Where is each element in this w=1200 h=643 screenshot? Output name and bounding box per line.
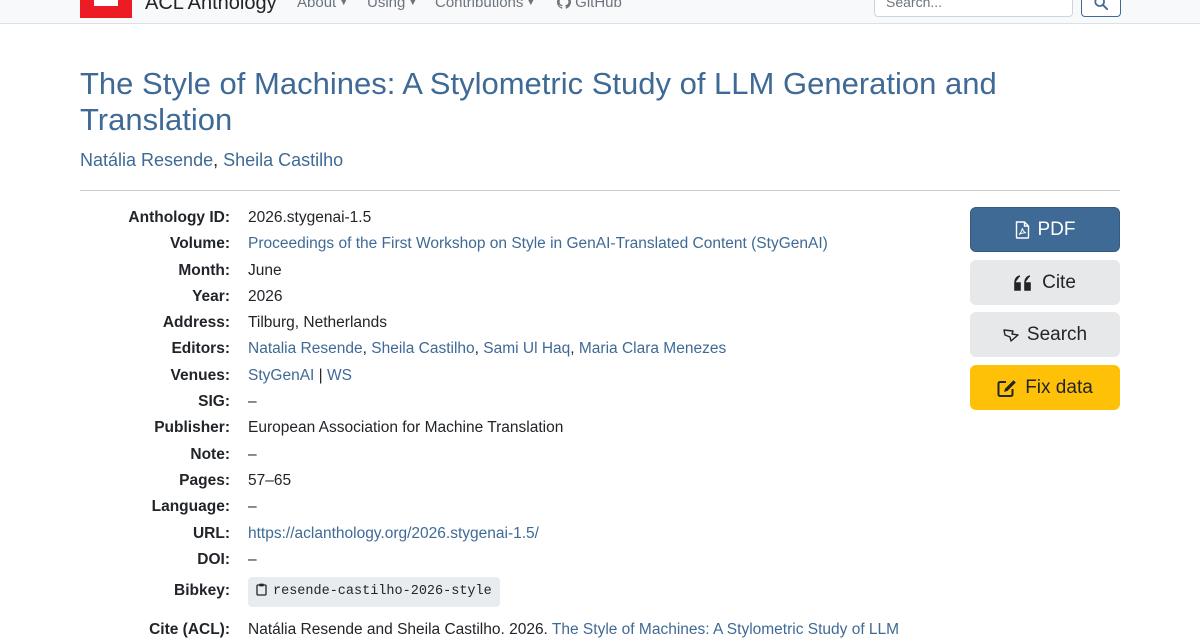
- venue-link[interactable]: StyGenAI: [248, 367, 314, 384]
- nav-contributions[interactable]: Contributions ▼: [435, 0, 535, 11]
- fix-data-button[interactable]: Fix data: [970, 365, 1120, 410]
- nav-using[interactable]: Using ▼: [367, 0, 417, 11]
- venues-label: Venues:: [170, 366, 230, 384]
- search-icon: [1094, 0, 1108, 10]
- caret-down-icon: ▼: [408, 0, 418, 7]
- sig-label: SIG:: [198, 393, 230, 411]
- venue-separator: |: [318, 366, 323, 384]
- bibkey-value: resende-castilho-2026-style: [273, 584, 492, 600]
- editors-list: Natalia Resende, Sheila Castilho, Sami U…: [248, 336, 726, 362]
- anthology-id-label: Anthology ID:: [128, 209, 230, 226]
- cite-acl-label: Cite (ACL):: [149, 621, 230, 639]
- search-submit-button[interactable]: [1081, 0, 1121, 17]
- search-input[interactable]: [874, 0, 1073, 17]
- editor-link[interactable]: Natalia Resende: [248, 340, 363, 357]
- file-pdf-icon: [1015, 220, 1029, 239]
- paper-title[interactable]: The Style of Machines: A Stylometric Stu…: [80, 66, 1020, 138]
- doi-label: DOI:: [197, 550, 230, 568]
- editor-link[interactable]: Maria Clara Menezes: [579, 340, 726, 357]
- pages-value: 57–65: [248, 471, 292, 489]
- bibkey-copy-button[interactable]: resende-castilho-2026-style: [248, 577, 500, 608]
- anthology-id-value: 2026.stygenai-1.5: [248, 209, 372, 226]
- clipboard-icon: [256, 583, 267, 596]
- nav-using-label: Using: [367, 0, 406, 11]
- publisher-value: European Association for Machine Transla…: [248, 419, 564, 437]
- search-button[interactable]: Search: [970, 312, 1120, 357]
- author-link[interactable]: Sheila Castilho: [223, 150, 343, 170]
- month-value: June: [248, 261, 282, 279]
- editor-separator: ,: [474, 340, 484, 358]
- github-icon: [557, 0, 572, 9]
- language-value: –: [248, 498, 257, 516]
- year-label: Year:: [192, 287, 230, 305]
- nav-about[interactable]: About ▼: [297, 0, 348, 11]
- note-label: Note:: [190, 445, 230, 463]
- editor-separator: ,: [570, 340, 579, 358]
- search-button-label: Search: [1026, 323, 1088, 345]
- cite-button[interactable]: Cite: [970, 260, 1120, 305]
- fix-data-button-label: Fix data: [1025, 376, 1093, 398]
- pages-label: Pages:: [179, 471, 230, 489]
- volume-label: Volume:: [170, 235, 230, 253]
- venue-link[interactable]: WS: [327, 367, 352, 384]
- nav-github-label: GitHub: [575, 0, 622, 11]
- address-value: Tilburg, Netherlands: [248, 314, 387, 332]
- address-label: Address:: [162, 314, 230, 332]
- author-link[interactable]: Natália Resende: [80, 150, 213, 170]
- acl-logo-icon[interactable]: [80, 0, 132, 18]
- cite-acl-value: Natália Resende and Sheila Castilho. 202…: [248, 617, 899, 643]
- editor-link[interactable]: Sheila Castilho: [371, 340, 474, 357]
- paper-details: Anthology ID: 2026.stygenai-1.5 Volume: …: [0, 205, 960, 643]
- doi-value: –: [248, 550, 257, 568]
- brand-link[interactable]: ACL Anthology: [145, 0, 277, 15]
- sig-value: –: [248, 393, 257, 411]
- top-navbar: ACL Anthology About ▼ Using ▼ Contribution…: [0, 0, 1200, 24]
- bibkey-label: Bibkey:: [174, 582, 230, 600]
- search-icon: [1003, 328, 1019, 342]
- editors-label: Editors:: [171, 340, 230, 358]
- editor-separator: ,: [362, 340, 372, 358]
- note-value: –: [248, 445, 257, 463]
- pdf-button-label: PDF: [1037, 218, 1076, 240]
- cite-button-label: Cite: [1042, 271, 1076, 293]
- author-separator: ,: [213, 150, 224, 170]
- nav-contributions-label: Contributions: [435, 0, 524, 11]
- title-divider: [80, 190, 1120, 191]
- language-label: Language:: [151, 498, 230, 516]
- caret-down-icon: ▼: [526, 0, 536, 7]
- author-list: Natália Resende, Sheila Castilho: [80, 150, 343, 171]
- month-label: Month:: [178, 261, 230, 279]
- edit-icon: [997, 379, 1017, 397]
- url-link[interactable]: https://aclanthology.org/2026.stygenai-1…: [248, 525, 539, 542]
- volume-link[interactable]: Proceedings of the First Workshop on Sty…: [248, 235, 828, 252]
- editor-link[interactable]: Sami Ul Haq: [483, 340, 570, 357]
- nav-about-label: About: [297, 0, 337, 11]
- caret-down-icon: ▼: [339, 0, 349, 7]
- quote-icon: [1014, 274, 1031, 291]
- url-label: URL:: [192, 524, 230, 542]
- pdf-button[interactable]: PDF: [970, 207, 1120, 252]
- year-value: 2026: [248, 287, 283, 305]
- publisher-label: Publisher:: [154, 419, 230, 437]
- nav-github[interactable]: GitHub: [557, 0, 622, 11]
- venues-list: StyGenAI | WS: [248, 363, 352, 389]
